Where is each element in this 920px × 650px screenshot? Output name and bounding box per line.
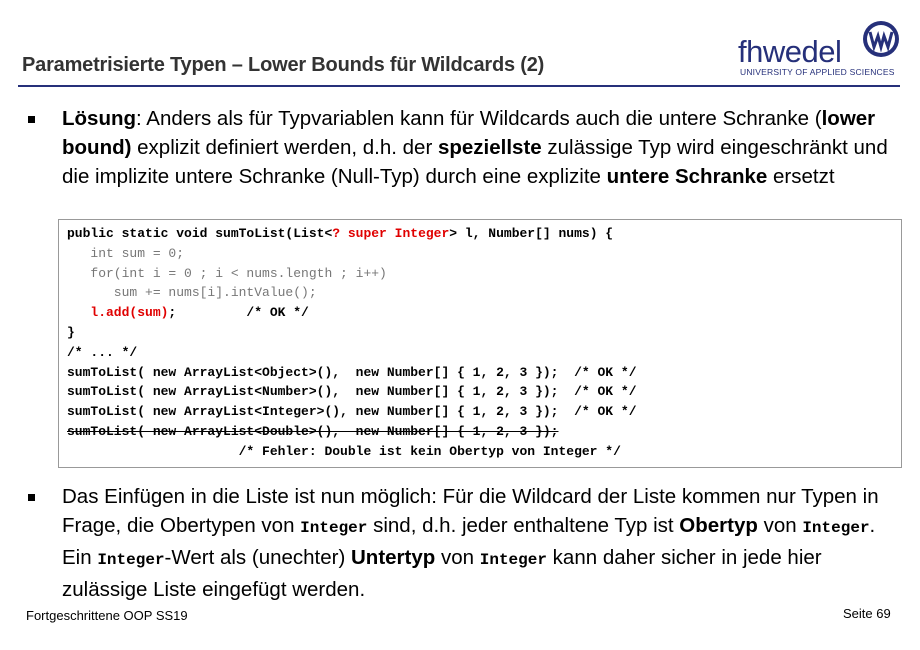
code-line: sum += nums[i].intValue(); [67, 285, 317, 301]
term-untertyp: Untertyp [351, 546, 436, 569]
term-speziellste: speziellste [437, 136, 542, 159]
code-add-highlight: l.add(sum) [90, 305, 169, 321]
logo-wordmark: fhwedel [738, 34, 842, 69]
logo-subtitle: UNIVERSITY OF APPLIED SCIENCES [740, 67, 895, 77]
bullet-einfuegen: Das Einfügen in die Liste ist nun möglic… [28, 482, 888, 604]
inline-code: Integer [802, 519, 870, 537]
bullet-text: Lösung: Anders als für Typvariablen kann… [62, 107, 888, 188]
term-obertyp: Obertyp [679, 514, 758, 537]
code-line-struck: sumToList( new ArrayList<Double>(), new … [67, 423, 559, 439]
slide-title: Parametrisierte Typen – Lower Bounds für… [22, 54, 545, 76]
term-loesung: Lösung [62, 107, 137, 130]
code-line: /* ... */ [67, 344, 138, 360]
code-wildcard-highlight: ? super Integer [332, 226, 450, 241]
footer-page-number: Seite 69 [843, 606, 891, 621]
code-line: sumToList( new ArrayList<Integer>(), new… [67, 404, 637, 420]
inline-code: Integer [479, 551, 547, 569]
bullet-loesung: Lösung: Anders als für Typvariablen kann… [28, 104, 888, 191]
header-divider [18, 85, 900, 87]
inline-code: Integer [97, 551, 165, 569]
code-line: sumToList( new ArrayList<Number>(), new … [67, 384, 637, 400]
term-untere-schranke: untere Schranke [606, 165, 768, 188]
code-line: sumToList( new ArrayList<Object>(), new … [67, 364, 637, 380]
footer-course: Fortgeschrittene OOP SS19 [26, 608, 188, 623]
fh-wedel-logo: fhwedel UNIVERSITY OF APPLIED SCIENCES [738, 20, 908, 80]
bullet-marker [28, 116, 35, 123]
code-line: for(int i = 0 ; i < nums.length ; i++) [67, 265, 387, 281]
inline-code: Integer [300, 519, 368, 537]
code-line: } [67, 324, 75, 340]
bullet-text: Das Einfügen in die Liste ist nun möglic… [62, 485, 879, 601]
code-line: int sum = 0; [67, 245, 185, 261]
code-error-comment: /* Fehler: Double ist kein Obertyp von I… [67, 443, 621, 459]
logo-seal-icon [863, 21, 899, 57]
code-block: public static void sumToList(List<? supe… [58, 219, 902, 468]
code-listing: public static void sumToList(List<? supe… [67, 226, 637, 459]
bullet-marker [28, 494, 35, 501]
